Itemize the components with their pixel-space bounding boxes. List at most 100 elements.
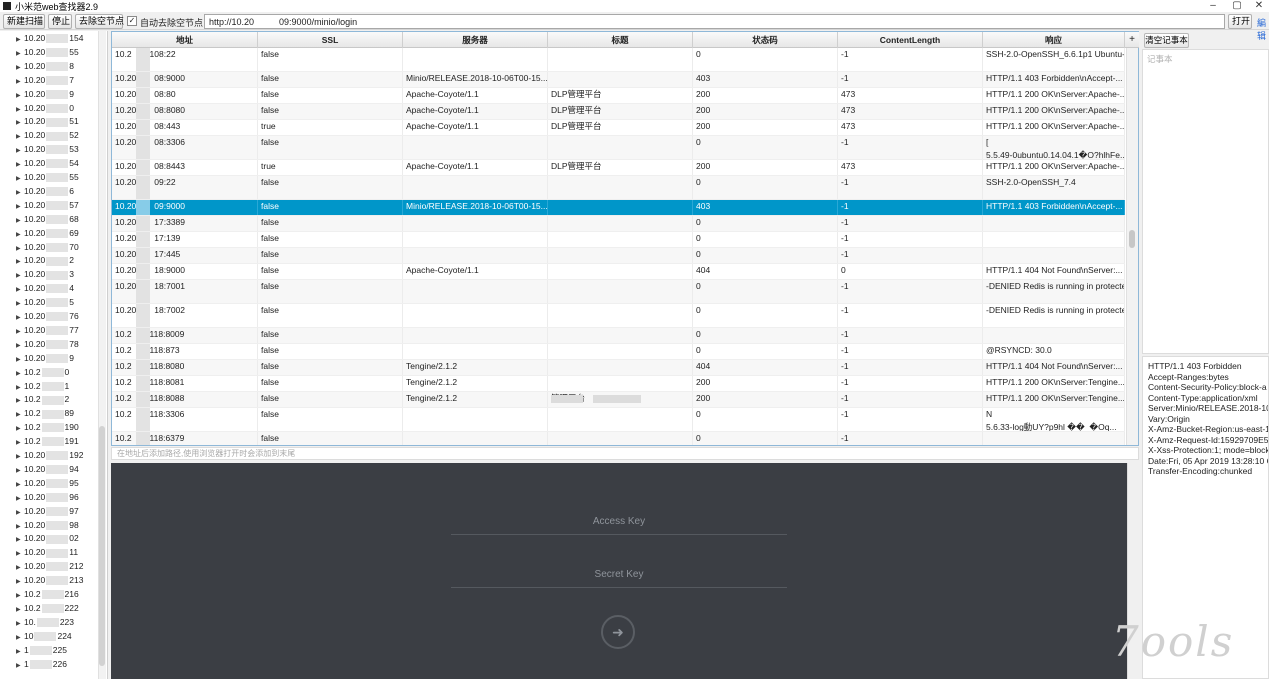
tree-node[interactable]: ▶ 10.20 0 xyxy=(16,101,74,115)
cell-title[interactable]: DLP管理平台 xyxy=(548,104,693,119)
cell-ssl[interactable]: false xyxy=(258,216,403,231)
table-row[interactable]: 10.2118:8088falseTengine/2.1.2管理平台200-1H… xyxy=(112,392,1125,408)
cell-server[interactable]: Apache-Coyote/1.1 xyxy=(403,264,548,279)
cell-server[interactable]: Tengine/2.1.2 xyxy=(403,392,548,407)
cell-server[interactable]: Tengine/2.1.2 xyxy=(403,360,548,375)
tree-node[interactable]: ▶ 10.2 1 xyxy=(16,379,69,393)
cell-ssl[interactable]: false xyxy=(258,328,403,343)
cell-code[interactable]: 0 xyxy=(693,328,838,343)
cell-addr[interactable]: 10.2 118:3306 xyxy=(112,408,258,431)
cell-ssl[interactable]: true xyxy=(258,160,403,175)
table-row[interactable]: 10.20 17:445 false 0 -1 xyxy=(112,248,1125,264)
cell-addr[interactable]: 10.20 18:7002 xyxy=(112,304,258,327)
tree-node[interactable]: ▶ 10.20 54 xyxy=(16,156,79,170)
tree-node[interactable]: ▶ 1 226 xyxy=(16,657,67,671)
cell-len[interactable]: -1 xyxy=(838,344,983,359)
cell-code[interactable]: 0 xyxy=(693,48,838,71)
table-row[interactable]: 10.20 17:139 false 0 -1 xyxy=(112,232,1125,248)
cell-title[interactable] xyxy=(548,280,693,303)
cell-server[interactable] xyxy=(403,48,548,71)
table-row[interactable]: 10.2 118:8009 false 0 -1 xyxy=(112,328,1125,344)
cell-addr[interactable]: 10.20 08:9000 xyxy=(112,72,258,87)
cell-title[interactable] xyxy=(548,304,693,327)
column-header-ssl[interactable]: SSL xyxy=(258,32,403,48)
cell-title[interactable]: DLP管理平台 xyxy=(548,160,693,175)
cell-len[interactable]: -1 xyxy=(838,432,983,445)
stop-button[interactable]: 停止 xyxy=(48,14,72,29)
tree-node[interactable]: ▶ 10.20 7 xyxy=(16,73,74,87)
cell-title[interactable] xyxy=(548,232,693,247)
table-row[interactable]: 10.20 18:7001 false 0 -1 -DENIED Redis is run… xyxy=(112,280,1125,304)
cell-addr[interactable]: 10.2 118:873 xyxy=(112,344,258,359)
table-row[interactable]: 10.2 118:873 false 0 -1 @RSYNCD: 30.0 xyxy=(112,344,1125,360)
table-row[interactable]: 10.2 118:8081 false Tengine/2.1.2 200 -1 HTTP/… xyxy=(112,376,1125,392)
cell-len[interactable]: -1 xyxy=(838,408,983,431)
tree-node[interactable]: ▶ 10.20 55 xyxy=(16,45,79,59)
cell-len[interactable]: -1 xyxy=(838,200,983,215)
tree-node[interactable]: ▶ 10.20 70 xyxy=(16,240,79,254)
cell-ssl[interactable]: false xyxy=(258,200,403,215)
tree-node[interactable]: ▶ 10.20 55 xyxy=(16,170,79,184)
cell-len[interactable]: -1 xyxy=(838,360,983,375)
cell-len[interactable]: -1 xyxy=(838,72,983,87)
cell-code[interactable]: 200 xyxy=(693,88,838,103)
cell-code[interactable]: 0 xyxy=(693,248,838,263)
cell-len[interactable]: -1 xyxy=(838,248,983,263)
cell-server[interactable] xyxy=(403,304,548,327)
cell-title[interactable] xyxy=(548,376,693,391)
cell-resp[interactable] xyxy=(983,248,1125,263)
cell-resp[interactable]: SSH-2.0-OpenSSH_6.6.1p1 Ubuntu-2 xyxy=(983,48,1125,71)
cell-ssl[interactable]: false xyxy=(258,432,403,445)
cell-resp[interactable]: HTTP/1.1 200 OK\nServer:Apache-... xyxy=(983,104,1125,119)
cell-ssl[interactable]: false xyxy=(258,344,403,359)
table-row[interactable]: 10.20 08:8443 true Apache-Coyote/1.1 DLP管理平台… xyxy=(112,160,1125,176)
cell-server[interactable]: Apache-Coyote/1.1 xyxy=(403,88,548,103)
table-row[interactable]: 10.20 17:3389 false 0 -1 xyxy=(112,216,1125,232)
cell-ssl[interactable]: false xyxy=(258,304,403,327)
tree-node[interactable]: ▶ 10.20 98 xyxy=(16,518,79,532)
tree-node[interactable]: ▶ 10.20 8 xyxy=(16,59,74,73)
cell-resp[interactable]: -DENIED Redis is running in protecte xyxy=(983,304,1125,327)
new-scan-button[interactable]: 新建扫描 xyxy=(3,14,45,29)
cell-len[interactable]: 473 xyxy=(838,104,983,119)
cell-len[interactable]: -1 xyxy=(838,328,983,343)
cell-resp[interactable]: HTTP/1.1 200 OK\nServer:Tengine... xyxy=(983,392,1125,407)
cell-resp[interactable] xyxy=(983,232,1125,247)
cell-addr[interactable]: 10.2 118:6379 xyxy=(112,432,258,445)
cell-title[interactable] xyxy=(548,344,693,359)
cell-addr[interactable]: 10.20 17:139 xyxy=(112,232,258,247)
cell-server[interactable] xyxy=(403,232,548,247)
tree-node[interactable]: ▶ 10.2 89 xyxy=(16,406,74,420)
cell-len[interactable]: 473 xyxy=(838,160,983,175)
cell-addr[interactable]: 10.20 17:445 xyxy=(112,248,258,263)
cell-title[interactable] xyxy=(548,408,693,431)
cell-addr[interactable]: 10.20 08:3306 xyxy=(112,136,258,159)
cell-len[interactable]: -1 xyxy=(838,232,983,247)
tree-scrollbar-thumb[interactable] xyxy=(99,426,105,666)
cell-ssl[interactable]: false xyxy=(258,176,403,199)
column-header-server[interactable]: 服务器 xyxy=(403,32,548,48)
cell-code[interactable]: 403 xyxy=(693,72,838,87)
cell-ssl[interactable]: false xyxy=(258,48,403,71)
cell-server[interactable] xyxy=(403,344,548,359)
table-row[interactable]: 10.2 108:22 false 0 -1 SSH-2.0-OpenSSH_6.6.1p… xyxy=(112,48,1125,72)
table-row[interactable]: 10.20 18:7002 false 0 -1 -DENIED Redis is run… xyxy=(112,304,1125,328)
cell-server[interactable] xyxy=(403,408,548,431)
table-row[interactable]: 10.20 08:8080 false Apache-Coyote/1.1 DLP管理平… xyxy=(112,104,1125,120)
cell-ssl[interactable]: false xyxy=(258,136,403,159)
cell-ssl[interactable]: false xyxy=(258,392,403,407)
cell-server[interactable]: Minio/RELEASE.2018-10-06T00-15... xyxy=(403,72,548,87)
cell-server[interactable] xyxy=(403,432,548,445)
column-menu-button[interactable]: + xyxy=(1125,32,1139,48)
cell-server[interactable]: Apache-Coyote/1.1 xyxy=(403,160,548,175)
cell-code[interactable]: 403 xyxy=(693,200,838,215)
login-arrow-icon[interactable]: ➜ xyxy=(601,615,635,649)
cell-resp[interactable]: HTTP/1.1 200 OK\nServer:Apache-... xyxy=(983,160,1125,175)
cell-code[interactable]: 0 xyxy=(693,344,838,359)
cell-server[interactable] xyxy=(403,280,548,303)
cell-title[interactable] xyxy=(548,72,693,87)
cell-code[interactable]: 404 xyxy=(693,264,838,279)
tree-node[interactable]: ▶ 10.20 77 xyxy=(16,323,79,337)
cell-addr[interactable]: 10.20 08:443 xyxy=(112,120,258,135)
cell-title[interactable] xyxy=(548,360,693,375)
